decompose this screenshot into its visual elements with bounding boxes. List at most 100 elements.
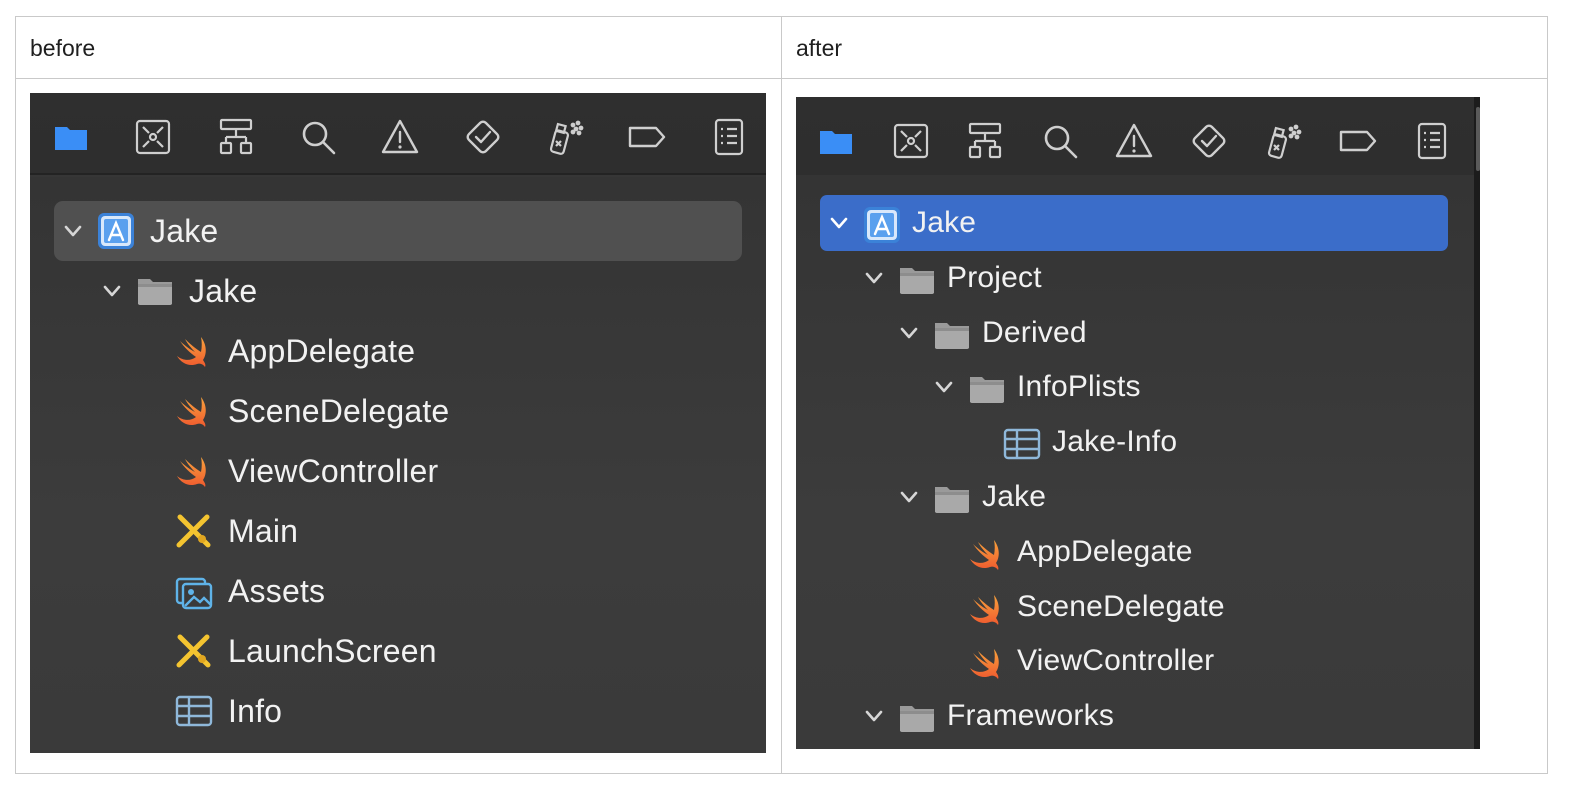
disclosure-chevron-icon[interactable]	[863, 267, 885, 289]
navigator-folder-icon[interactable]	[51, 117, 91, 157]
navigator-debug-spray-icon[interactable]	[545, 117, 585, 157]
folder-icon	[897, 260, 934, 296]
project-root-row[interactable]: Jake	[62, 204, 218, 258]
header-before: before	[30, 35, 96, 61]
tree-item-label: Project	[947, 260, 1042, 294]
navigator-breakpoint-tag-icon[interactable]	[1338, 121, 1376, 157]
tree-item-label: Assets	[228, 572, 326, 609]
tree-item-label: Frameworks	[947, 699, 1115, 733]
tree-item-label: Main	[228, 512, 299, 549]
navigator-test-diamond-icon[interactable]	[1189, 121, 1226, 158]
folder-icon	[897, 698, 934, 734]
tree-row[interactable]: Main	[140, 504, 298, 558]
tree-row[interactable]: Derived	[898, 306, 1087, 360]
tree-item-label: Info	[228, 692, 283, 729]
tree-row[interactable]: Assets	[140, 564, 325, 618]
tree-row[interactable]: LaunchScreen	[140, 624, 437, 678]
plist-icon	[174, 691, 214, 731]
navigator-hierarchy-icon[interactable]	[216, 117, 256, 157]
storyboard-icon	[174, 511, 214, 551]
tree-item-label: Jake	[982, 480, 1047, 513]
navigator-debug-spray-icon[interactable]	[1263, 121, 1302, 159]
disclosure-chevron-icon[interactable]	[62, 220, 84, 242]
folder-icon	[932, 315, 969, 351]
tree-row[interactable]: SceneDelegate	[933, 580, 1225, 634]
scrollbar-thumb[interactable]	[1476, 107, 1480, 171]
navigator-report-list-icon[interactable]	[1412, 121, 1448, 160]
app-project-icon	[96, 211, 136, 251]
navigator-source-control-icon[interactable]	[133, 117, 173, 157]
swift-file-icon	[174, 331, 214, 371]
navigator-folder-icon[interactable]	[816, 121, 852, 157]
navigator-test-diamond-icon[interactable]	[463, 117, 503, 157]
navigator-breakpoint-tag-icon[interactable]	[627, 117, 667, 157]
disclosure-chevron-icon[interactable]	[101, 280, 123, 302]
tree-row[interactable]: InfoPlists	[933, 360, 1141, 414]
storyboard-icon	[174, 631, 214, 671]
tree-row[interactable]: AppDelegate	[933, 525, 1193, 579]
navigator-hierarchy-icon[interactable]	[965, 121, 1002, 159]
tree-item-label: AppDelegate	[1017, 534, 1193, 568]
app-project-icon	[862, 205, 900, 243]
project-root-row[interactable]: Jake	[828, 196, 976, 250]
folder-icon	[932, 479, 969, 515]
folder-icon	[967, 369, 1004, 405]
swift-file-icon	[174, 391, 214, 431]
tree-item-label: AppDelegate	[228, 332, 416, 369]
tree-row[interactable]: Frameworks	[863, 689, 1114, 743]
disclosure-chevron-icon[interactable]	[933, 376, 955, 398]
asset-catalog-icon	[174, 571, 214, 611]
tree-row[interactable]: Jake	[101, 264, 257, 318]
navigator-panel-before: Jake Jake AppDelegate SceneDelegate ViewCont…	[30, 93, 766, 753]
plist-icon	[1002, 424, 1041, 460]
tree-item-label: Jake	[189, 272, 258, 309]
navigator-report-list-icon[interactable]	[709, 117, 749, 157]
table-column-divider	[781, 16, 782, 774]
tree-row[interactable]: Info	[140, 684, 282, 738]
tree-item-label: InfoPlists	[1017, 370, 1141, 404]
tree-item-label: Jake-Info	[1052, 425, 1178, 459]
tree-row[interactable]: Project	[863, 251, 1042, 305]
tree-row[interactable]: ViewController	[933, 634, 1214, 688]
disclosure-chevron-icon[interactable]	[828, 212, 850, 234]
tree-item-label: Derived	[982, 315, 1087, 349]
swift-file-icon	[967, 589, 1003, 625]
scrollbar-track[interactable]	[1474, 97, 1480, 749]
disclosure-chevron-icon[interactable]	[898, 322, 920, 344]
tree-item-label: Jake	[150, 212, 219, 249]
swift-file-icon	[967, 534, 1003, 570]
navigator-warning-icon[interactable]	[1114, 121, 1153, 158]
navigator-panel-after: Jake Project Derived InfoPlists Jake-Info Jak…	[796, 97, 1480, 749]
tree-item-label: LaunchScreen	[228, 632, 437, 669]
tree-row[interactable]: SceneDelegate	[140, 384, 449, 438]
navigator-source-control-icon[interactable]	[891, 121, 928, 159]
header-after: after	[796, 35, 843, 61]
tree-item-label: ViewController	[228, 452, 439, 489]
disclosure-chevron-icon[interactable]	[898, 486, 920, 508]
tree-item-label: Jake	[912, 206, 977, 239]
navigator-search-icon[interactable]	[1040, 121, 1077, 159]
tree-item-label: SceneDelegate	[1017, 589, 1225, 623]
disclosure-chevron-icon[interactable]	[863, 705, 885, 727]
tree-item-label: ViewController	[1017, 644, 1215, 678]
tree-row[interactable]: AppDelegate	[140, 324, 415, 378]
tree-row[interactable]: ViewController	[140, 444, 438, 498]
tree-item-label: SceneDelegate	[228, 392, 450, 429]
tree-row[interactable]: Jake	[898, 470, 1046, 524]
tree-row[interactable]: Jake-Info	[968, 415, 1177, 469]
navigator-search-icon[interactable]	[298, 117, 338, 157]
navigator-warning-icon[interactable]	[380, 117, 420, 157]
swift-file-icon	[174, 451, 214, 491]
folder-icon	[135, 271, 175, 311]
